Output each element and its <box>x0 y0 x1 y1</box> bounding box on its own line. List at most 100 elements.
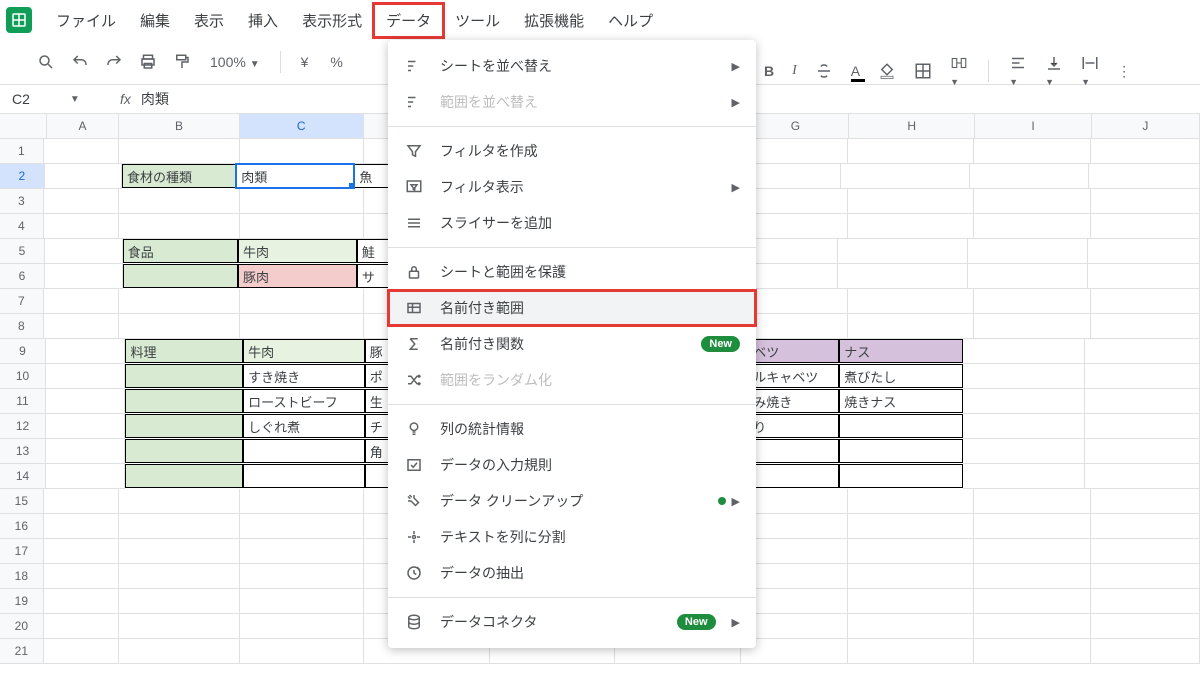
menu-item-テキストを列に分割[interactable]: テキストを列に分割 <box>388 519 756 555</box>
cell[interactable] <box>1091 614 1200 639</box>
cell[interactable] <box>741 539 848 564</box>
strikethrough-icon[interactable] <box>815 62 833 80</box>
column-header-H[interactable]: H <box>849 114 975 139</box>
search-icon[interactable] <box>36 52 56 72</box>
cell[interactable] <box>46 414 125 439</box>
cell[interactable] <box>240 489 364 514</box>
text-color-icon[interactable]: A <box>851 63 860 79</box>
cell[interactable] <box>1088 264 1200 289</box>
menu-表示形式[interactable]: 表示形式 <box>290 4 374 37</box>
cell[interactable] <box>741 589 848 614</box>
cell[interactable] <box>1091 314 1200 339</box>
cell[interactable] <box>1085 364 1200 389</box>
menu-item-列の統計情報[interactable]: 列の統計情報 <box>388 411 756 447</box>
text-wrap-icon[interactable]: ▼ <box>1081 54 1099 88</box>
cell[interactable]: 肉類 <box>236 164 354 188</box>
cell[interactable] <box>46 364 125 389</box>
cell[interactable] <box>968 239 1088 264</box>
cell[interactable] <box>240 289 364 314</box>
cell[interactable] <box>963 364 1086 389</box>
cell[interactable] <box>1088 239 1200 264</box>
cell[interactable] <box>1085 464 1200 489</box>
cell[interactable] <box>974 614 1091 639</box>
paint-format-icon[interactable] <box>172 52 192 72</box>
cell[interactable] <box>741 189 848 214</box>
row-header-10[interactable]: 10 <box>0 364 46 389</box>
cell[interactable] <box>240 614 364 639</box>
cell[interactable] <box>1091 189 1200 214</box>
row-header-5[interactable]: 5 <box>0 239 45 264</box>
cell[interactable] <box>974 139 1091 164</box>
select-all-corner[interactable] <box>0 114 47 139</box>
menu-ツール[interactable]: ツール <box>443 4 512 37</box>
cell[interactable] <box>44 214 120 239</box>
print-icon[interactable] <box>138 52 158 72</box>
cell[interactable] <box>44 589 120 614</box>
row-header-13[interactable]: 13 <box>0 439 46 464</box>
cell[interactable] <box>974 514 1091 539</box>
menu-拡張機能[interactable]: 拡張機能 <box>512 4 596 37</box>
cell[interactable] <box>741 514 848 539</box>
row-header-17[interactable]: 17 <box>0 539 44 564</box>
cell[interactable] <box>974 289 1091 314</box>
cell[interactable] <box>44 614 120 639</box>
currency-button[interactable]: ¥ <box>297 54 313 70</box>
cell[interactable] <box>1091 539 1200 564</box>
cell[interactable] <box>1085 339 1200 364</box>
cell[interactable] <box>741 564 848 589</box>
cell[interactable]: ローストビーフ <box>243 389 365 413</box>
cell[interactable]: 食品 <box>123 239 238 263</box>
cell[interactable] <box>1091 514 1200 539</box>
undo-icon[interactable] <box>70 52 90 72</box>
cell[interactable] <box>839 464 963 488</box>
cell[interactable] <box>44 289 120 314</box>
cell[interactable] <box>741 614 848 639</box>
row-header-9[interactable]: 9 <box>0 339 46 364</box>
row-header-21[interactable]: 21 <box>0 639 44 664</box>
cell[interactable]: しぐれ煮 <box>243 414 365 438</box>
bold-button[interactable]: B <box>764 63 774 79</box>
menu-編集[interactable]: 編集 <box>128 4 182 37</box>
italic-button[interactable]: I <box>792 63 797 79</box>
row-header-4[interactable]: 4 <box>0 214 44 239</box>
cell[interactable] <box>1085 414 1200 439</box>
column-header-C[interactable]: C <box>240 114 364 139</box>
column-header-B[interactable]: B <box>119 114 239 139</box>
cell[interactable]: 煮びたし <box>839 364 963 388</box>
vertical-align-icon[interactable]: ▼ <box>1045 54 1063 88</box>
row-header-16[interactable]: 16 <box>0 514 44 539</box>
cell[interactable] <box>1091 639 1200 664</box>
menu-item-シートを並べ替え[interactable]: シートを並べ替え▶ <box>388 48 756 84</box>
row-header-20[interactable]: 20 <box>0 614 44 639</box>
redo-icon[interactable] <box>104 52 124 72</box>
column-header-A[interactable]: A <box>47 114 120 139</box>
menu-表示[interactable]: 表示 <box>182 4 236 37</box>
cell[interactable] <box>848 214 974 239</box>
cell[interactable] <box>123 264 238 288</box>
cell[interactable]: 牛肉 <box>238 239 357 263</box>
cell[interactable] <box>119 214 239 239</box>
cell[interactable] <box>46 389 125 414</box>
cell[interactable] <box>119 489 239 514</box>
cell[interactable] <box>839 439 963 463</box>
cell[interactable] <box>240 539 364 564</box>
row-header-6[interactable]: 6 <box>0 264 45 289</box>
cell[interactable] <box>1091 214 1200 239</box>
row-header-19[interactable]: 19 <box>0 589 44 614</box>
cell[interactable] <box>243 439 365 463</box>
menu-item-フィルタを作成[interactable]: フィルタを作成 <box>388 133 756 169</box>
cell[interactable] <box>46 339 125 364</box>
menu-挿入[interactable]: 挿入 <box>236 4 290 37</box>
cell[interactable] <box>974 189 1091 214</box>
cell[interactable] <box>125 414 243 438</box>
row-header-12[interactable]: 12 <box>0 414 46 439</box>
cell[interactable] <box>45 264 123 289</box>
cell[interactable] <box>848 514 974 539</box>
column-header-G[interactable]: G <box>743 114 849 139</box>
cell[interactable] <box>741 289 848 314</box>
cell[interactable] <box>839 414 963 438</box>
cell[interactable] <box>974 589 1091 614</box>
cell[interactable] <box>119 639 239 664</box>
cell[interactable] <box>240 589 364 614</box>
cell[interactable] <box>125 464 243 488</box>
